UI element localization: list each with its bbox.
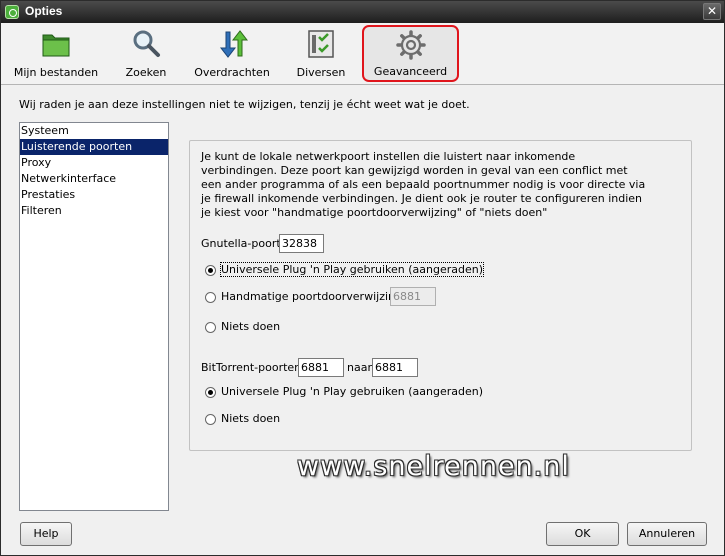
bittorrent-upnp-radio[interactable]: [205, 387, 216, 398]
category-system[interactable]: Systeem: [20, 123, 168, 139]
toolbar-label: Geavanceerd: [373, 65, 448, 78]
toolbar-transfers[interactable]: Overdrachten: [191, 26, 273, 82]
transfer-arrows-icon: [219, 30, 248, 58]
gnutella-manual-label[interactable]: Handmatige poortdoorverwijzing:: [221, 290, 406, 303]
category-list: Systeem Luisterende poorten Proxy Netwer…: [19, 122, 169, 511]
bittorrent-upnp-label[interactable]: Universele Plug 'n Play gebruiken (aange…: [221, 385, 483, 398]
folder-icon: [42, 34, 70, 57]
toolbar-advanced[interactable]: Geavanceerd: [362, 25, 459, 82]
options-window: Opties ✕ Mijn bestanden Zoeken Overdrach…: [0, 0, 725, 556]
gear-icon: [395, 30, 426, 60]
category-proxy[interactable]: Proxy: [20, 155, 168, 171]
gnutella-manual-port-input: 6881: [390, 287, 436, 306]
bittorrent-nothing-label[interactable]: Niets doen: [221, 412, 280, 425]
toolbar-label: Diversen: [296, 66, 346, 79]
magnifier-icon: [133, 30, 160, 57]
category-listening-ports[interactable]: Luisterende poorten: [20, 139, 168, 155]
watermark: www.snelrennen.nl: [297, 451, 570, 482]
bittorrent-to-label: naar: [347, 361, 372, 374]
cancel-button[interactable]: Annuleren: [627, 522, 707, 546]
toolbar-my-files[interactable]: Mijn bestanden: [13, 26, 99, 82]
close-button[interactable]: ✕: [703, 3, 721, 20]
gnutella-nothing-radio[interactable]: [205, 322, 216, 333]
help-button[interactable]: Help: [20, 522, 72, 546]
title-bar[interactable]: Opties ✕: [1, 1, 724, 23]
category-network-interface[interactable]: Netwerkinterface: [20, 171, 168, 187]
category-filtering[interactable]: Filteren: [20, 203, 168, 219]
toolbar-label: Mijn bestanden: [13, 66, 99, 79]
gnutella-upnp-label[interactable]: Universele Plug 'n Play gebruiken (aange…: [219, 262, 485, 277]
warning-text: Wij raden je aan deze instellingen niet …: [19, 98, 470, 111]
toolbar-misc[interactable]: Diversen: [291, 26, 351, 82]
category-performance[interactable]: Prestaties: [20, 187, 168, 203]
bittorrent-from-input[interactable]: 6881: [298, 358, 344, 377]
bittorrent-nothing-radio[interactable]: [205, 414, 216, 425]
gnutella-manual-radio[interactable]: [205, 292, 216, 303]
toolbar-label: Zoeken: [125, 66, 167, 79]
toolbar-label: Overdrachten: [194, 66, 270, 79]
bittorrent-ports-label: BitTorrent-poorten:: [201, 361, 305, 374]
app-logo-icon: [5, 5, 19, 19]
gnutella-port-input[interactable]: 32838: [279, 234, 324, 253]
gnutella-upnp-radio[interactable]: [205, 265, 216, 276]
ports-panel: Je kunt de lokale netwerkpoort instellen…: [189, 140, 692, 451]
toolbar-search[interactable]: Zoeken: [117, 26, 175, 82]
options-toolbar: Mijn bestanden Zoeken Overdrachten Diver…: [1, 23, 724, 85]
ports-description: Je kunt de lokale netwerkpoort instellen…: [201, 150, 646, 219]
gnutella-nothing-label[interactable]: Niets doen: [221, 320, 280, 333]
checklist-icon: [308, 30, 334, 58]
ok-button[interactable]: OK: [546, 522, 619, 546]
gnutella-port-label: Gnutella-poort:: [201, 237, 285, 250]
bittorrent-to-input[interactable]: 6881: [372, 358, 418, 377]
window-title: Opties: [25, 4, 63, 18]
